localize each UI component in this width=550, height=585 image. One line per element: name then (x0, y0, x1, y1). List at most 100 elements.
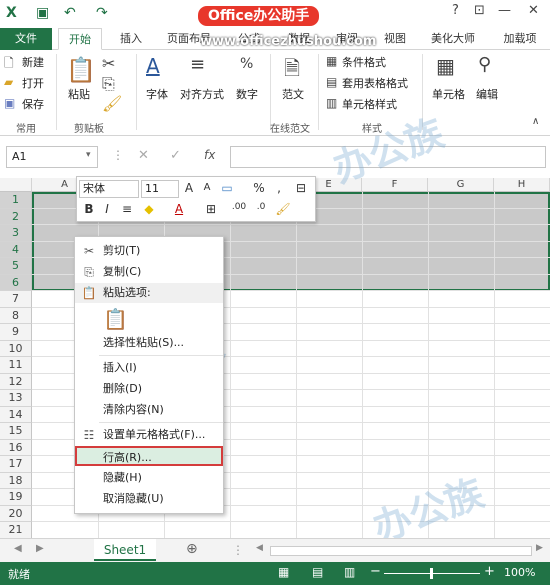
row-header[interactable]: 19 (0, 489, 32, 506)
undo-icon[interactable]: ↶ (64, 5, 76, 21)
fill-color-icon[interactable]: ◆ (141, 202, 157, 216)
template-button[interactable]: 范文 (282, 86, 304, 102)
open-button[interactable]: 打开 (22, 75, 44, 91)
format-painter-icon[interactable]: 🖌 (275, 202, 291, 216)
font-size-field[interactable]: 11 (141, 180, 179, 198)
normal-view-icon[interactable]: ▦ (278, 565, 289, 579)
bold-icon[interactable]: B (81, 202, 97, 216)
column-header[interactable]: H (494, 178, 550, 192)
percent-icon[interactable]: % (240, 56, 253, 72)
save-icon[interactable]: ▣ (36, 5, 49, 21)
add-sheet-icon[interactable]: ⊕ (186, 541, 198, 557)
tab-beautify[interactable]: 美化大师 (424, 28, 482, 50)
menu-item-cut[interactable]: ✂ 剪切(T) (75, 241, 223, 261)
row-header[interactable]: 15 (0, 423, 32, 440)
cancel-icon[interactable]: ✕ (138, 148, 149, 163)
paste-button[interactable]: 粘贴 (68, 86, 90, 102)
align-center-icon[interactable]: ≡ (119, 202, 135, 216)
binoculars-icon[interactable]: ⚲ (478, 54, 491, 75)
row-header[interactable]: 11 (0, 357, 32, 374)
increase-decimal-icon[interactable]: .00 (231, 202, 247, 212)
row-header[interactable]: 18 (0, 472, 32, 489)
tab-addins[interactable]: 加载项 (496, 28, 544, 50)
minimize-icon[interactable]: — (498, 3, 511, 18)
align-button[interactable]: 对齐方式 (180, 86, 224, 102)
merge-icon[interactable]: ⊟ (293, 181, 309, 195)
menu-item-copy[interactable]: ⎘ 复制(C) (75, 262, 223, 282)
table-format-button[interactable]: 套用表格格式 (342, 75, 408, 91)
row-header[interactable]: 12 (0, 373, 32, 390)
cut-icon[interactable]: ✂ (102, 54, 115, 73)
scroll-right-icon[interactable]: ▶ (536, 543, 543, 553)
menu-item-clear[interactable]: 清除内容(N) (75, 400, 223, 420)
row-header[interactable]: 13 (0, 390, 32, 407)
page-layout-view-icon[interactable]: ▤ (312, 565, 323, 579)
align-icon[interactable]: ≡ (190, 54, 205, 75)
tab-view[interactable]: 视图 (378, 28, 412, 50)
column-header[interactable]: G (428, 178, 494, 192)
row-header[interactable]: 20 (0, 505, 32, 522)
menu-item-insert[interactable]: 插入(I) (75, 358, 223, 378)
redo-icon[interactable]: ↷ (96, 5, 108, 21)
row-header[interactable]: 2 (0, 208, 32, 225)
zoom-slider-thumb[interactable] (430, 568, 433, 579)
next-sheet-icon[interactable]: ▶ (36, 543, 44, 554)
select-all-corner[interactable] (0, 178, 32, 192)
horizontal-scrollbar[interactable] (270, 546, 532, 556)
menu-item-hide[interactable]: 隐藏(H) (75, 468, 223, 488)
prev-sheet-icon[interactable]: ◀ (14, 543, 22, 554)
close-icon[interactable]: ✕ (528, 3, 539, 18)
accounting-format-icon[interactable]: ▭ (219, 181, 235, 195)
template-icon[interactable]: 🗎 (284, 54, 300, 88)
font-icon[interactable]: A (146, 54, 160, 78)
sheet-tab-sheet1[interactable]: Sheet1 (94, 539, 156, 561)
row-header[interactable]: 9 (0, 324, 32, 341)
row-header[interactable]: 14 (0, 406, 32, 423)
cond-format-button[interactable]: 条件格式 (342, 54, 386, 70)
tab-file[interactable]: 文件 (0, 28, 52, 50)
row-header[interactable]: 6 (0, 274, 32, 291)
row-header[interactable]: 21 (0, 522, 32, 539)
tab-home[interactable]: 开始 (58, 28, 102, 50)
menu-item-row-height[interactable]: 行高(R)... (75, 446, 223, 466)
collapse-ribbon-icon[interactable]: ∧ (532, 116, 539, 127)
paste-icon[interactable]: 📋 (66, 56, 96, 84)
menu-item-format-cells[interactable]: ☷ 设置单元格格式(F)... (75, 425, 223, 445)
row-header[interactable]: 10 (0, 340, 32, 357)
cells-icon[interactable]: ▦ (436, 54, 455, 78)
tab-insert[interactable]: 插入 (114, 28, 148, 50)
name-box[interactable]: A1 (6, 146, 98, 168)
borders-icon[interactable]: ⊞ (203, 202, 219, 216)
number-button[interactable]: 数字 (236, 86, 258, 102)
row-header[interactable]: 1 (0, 192, 32, 209)
row-header[interactable]: 3 (0, 225, 32, 242)
help-icon[interactable]: ? (452, 3, 459, 18)
row-header[interactable]: 16 (0, 439, 32, 456)
name-box-dropdown-icon[interactable]: ▾ (86, 150, 91, 160)
page-break-view-icon[interactable]: ▥ (344, 565, 355, 579)
enter-icon[interactable]: ✓ (170, 148, 181, 163)
font-name-field[interactable]: 宋体 (79, 180, 139, 198)
zoom-out-icon[interactable]: − (370, 564, 381, 579)
zoom-in-icon[interactable]: + (484, 564, 495, 579)
grow-font-icon[interactable]: A (181, 181, 197, 195)
cells-button[interactable]: 单元格 (432, 86, 465, 102)
font-color-icon[interactable]: A (171, 202, 187, 216)
shrink-font-icon[interactable]: A (199, 182, 215, 193)
menu-item-unhide[interactable]: 取消隐藏(U) (75, 489, 223, 509)
new-button[interactable]: 新建 (22, 54, 44, 70)
row-header[interactable]: 7 (0, 291, 32, 308)
copy-icon[interactable]: ⎘ (102, 74, 115, 94)
save-button[interactable]: 保存 (22, 96, 44, 112)
zoom-level[interactable]: 100% (504, 566, 535, 579)
scroll-left-icon[interactable]: ◀ (256, 543, 263, 553)
comma-style-icon[interactable]: , (271, 181, 287, 195)
format-painter-icon[interactable]: 🖌 (102, 94, 122, 113)
font-button[interactable]: 字体 (146, 86, 168, 102)
decrease-decimal-icon[interactable]: .0 (253, 202, 269, 212)
cell-style-button[interactable]: 单元格样式 (342, 96, 397, 112)
italic-icon[interactable]: I (99, 202, 115, 216)
row-header[interactable]: 17 (0, 456, 32, 473)
percent-style-button[interactable]: % (251, 181, 267, 195)
paste-option-icon[interactable]: 📋 (103, 307, 128, 331)
